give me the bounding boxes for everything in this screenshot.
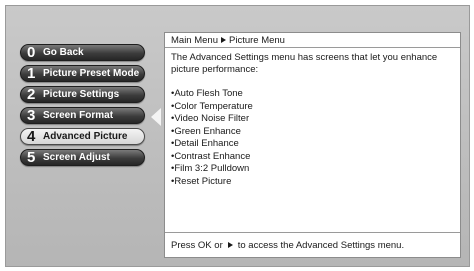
- menu-item-go-back[interactable]: 0 Go Back: [20, 44, 145, 61]
- menu-item-advanced-picture[interactable]: 4 Advanced Picture: [20, 128, 145, 145]
- list-item: •Auto Flesh Tone: [171, 88, 243, 99]
- menu-item-picture-settings[interactable]: 2 Picture Settings: [20, 86, 145, 103]
- menu-item-number: 0: [27, 44, 36, 61]
- breadcrumb: Main Menu Picture Menu: [165, 33, 460, 48]
- footer-text-before: Press OK or: [171, 239, 223, 251]
- menu-item-number: 5: [27, 149, 36, 166]
- menu-item-label: Picture Settings: [43, 89, 120, 100]
- list-item: •Film 3:2 Pulldown: [171, 163, 250, 174]
- list-item: •Video Noise Filter: [171, 113, 250, 124]
- list-item: •Reset Picture: [171, 175, 232, 187]
- list-item: •Green Enhance: [171, 125, 241, 137]
- menu-item-screen-adjust[interactable]: 5 Screen Adjust: [20, 149, 145, 166]
- menu-item-label: Advanced Picture: [43, 131, 128, 142]
- info-panel: Main Menu Picture Menu The Advanced Sett…: [164, 32, 461, 258]
- menu-item-label: Screen Adjust: [43, 152, 110, 163]
- menu-item-number: 4: [27, 128, 36, 145]
- breadcrumb-arrow-icon: [221, 37, 226, 43]
- right-arrow-icon: [227, 242, 233, 248]
- footer-text-after: to access the Advanced Settings menu.: [237, 239, 405, 251]
- menu-item-label: Picture Preset Mode: [43, 68, 140, 79]
- panel-description: The Advanced Settings menu has screens t…: [171, 52, 438, 75]
- menu-item-label: Screen Format: [43, 110, 114, 121]
- list-item: •Contrast Enhance: [171, 150, 251, 162]
- menu-item-number: 2: [27, 86, 36, 103]
- panel-footer: Press OK or to access the Advanced Setti…: [165, 232, 460, 257]
- feature-list: •Auto Flesh Tone •Color Temperature •Vid…: [171, 88, 253, 188]
- breadcrumb-current: Picture Menu: [229, 34, 285, 46]
- tv-menu-screen: 0 Go Back 1 Picture Preset Mode 2 Pictur…: [5, 5, 470, 267]
- menu-item-label: Go Back: [43, 47, 84, 58]
- selection-pointer-icon: [151, 108, 161, 126]
- menu-item-screen-format[interactable]: 3 Screen Format: [20, 107, 145, 124]
- menu-item-number: 1: [27, 65, 36, 82]
- menu-item-picture-preset-mode[interactable]: 1 Picture Preset Mode: [20, 65, 145, 82]
- menu-item-number: 3: [27, 107, 36, 124]
- list-item: •Detail Enhance: [171, 138, 239, 149]
- list-item: •Color Temperature: [171, 100, 253, 112]
- breadcrumb-root: Main Menu: [171, 34, 218, 46]
